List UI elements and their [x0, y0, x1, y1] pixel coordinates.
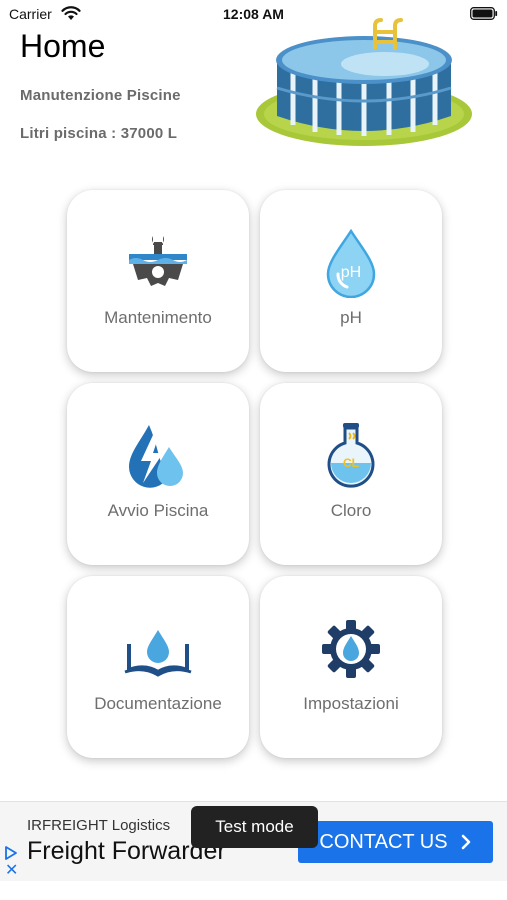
pool-liters-label: Litri piscina : 37000 L [20, 125, 178, 142]
menu-tile-avvio-piscina[interactable]: Avvio Piscina [67, 383, 249, 565]
menu-tile-documentazione[interactable]: Documentazione [67, 576, 249, 758]
page-title: Home [20, 28, 106, 64]
menu-tile-mantenimento[interactable]: Mantenimento [67, 190, 249, 372]
menu-label-cloro: Cloro [330, 501, 372, 520]
cl-icon-text: CL [343, 456, 359, 470]
ad-choices-icon[interactable] [4, 845, 18, 861]
ph-icon-text: pH [341, 264, 361, 281]
test-mode-badge: Test mode [191, 806, 318, 848]
menu-label-avvio-piscina: Avvio Piscina [107, 501, 209, 520]
menu-tile-ph[interactable]: pH pH [260, 190, 442, 372]
contact-us-label: CONTACT US [319, 830, 448, 853]
chlorine-flask-icon: CL [327, 423, 375, 488]
menu-label-impostazioni: Impostazioni [303, 694, 399, 713]
menu-label-documentazione: Documentazione [94, 694, 222, 713]
menu-tile-cloro[interactable]: CL Cloro [260, 383, 442, 565]
menu-label-ph: pH [340, 308, 362, 327]
contact-us-button[interactable]: CONTACT US [298, 821, 493, 863]
water-energy-icon [129, 425, 183, 488]
menu-tile-impostazioni[interactable]: Impostazioni [260, 576, 442, 758]
pool-illustration [256, 18, 472, 146]
gear-drop-icon [322, 620, 380, 678]
ad-brand: IRFREIGHT Logistics [27, 817, 171, 834]
pool-maintenance-icon [129, 236, 187, 286]
menu-label-mantenimento: Mantenimento [104, 308, 212, 327]
ad-close-icon[interactable]: ✕ [5, 863, 18, 879]
ph-drop-icon: pH [326, 228, 376, 298]
chevron-right-icon [461, 834, 470, 850]
book-drop-icon [124, 630, 192, 677]
app-subtitle: Manutenzione Piscine [20, 87, 181, 104]
